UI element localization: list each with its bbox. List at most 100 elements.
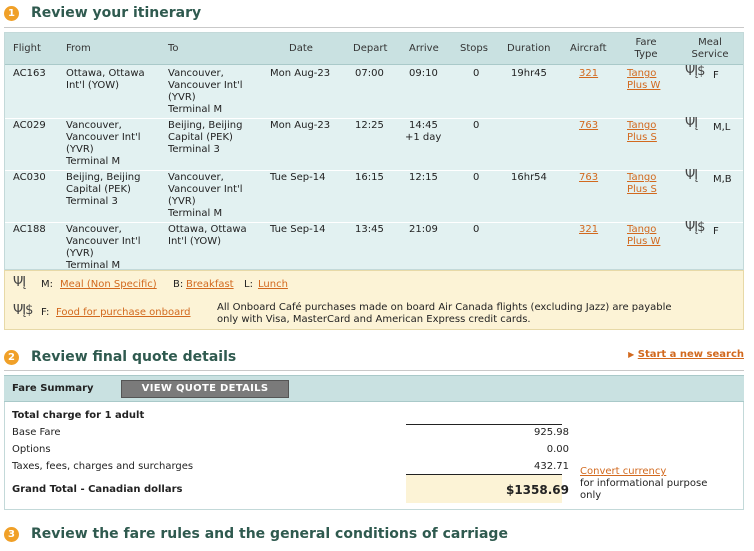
flight-number: AC030 bbox=[13, 172, 46, 183]
section-2-heading: 2 Review final quote details bbox=[4, 346, 236, 368]
col-meal-1: Meal bbox=[698, 37, 722, 48]
to-line: Vancouver, bbox=[168, 68, 224, 79]
from-line: (YVR) bbox=[66, 144, 94, 155]
from-line: Terminal M bbox=[66, 156, 121, 167]
fork-knife-dollar-icon: ΨĮ$ bbox=[685, 64, 705, 79]
flight-number: AC029 bbox=[13, 120, 46, 131]
stops: 0 bbox=[473, 172, 480, 183]
fork-knife-dollar-icon: ΨĮ$ bbox=[685, 220, 705, 235]
col-stops: Stops bbox=[460, 43, 488, 54]
row-divider bbox=[5, 222, 743, 223]
section-3-heading: 3 Review the fare rules and the general … bbox=[4, 523, 508, 545]
meal-code: F bbox=[713, 70, 719, 81]
stops: 0 bbox=[473, 68, 480, 79]
itinerary-table: Flight From To Date Depart Arrive Stops … bbox=[4, 32, 744, 271]
fork-knife-icon: ΨĮ bbox=[685, 168, 698, 183]
aircraft-link[interactable]: 763 bbox=[579, 120, 598, 132]
breakfast-link[interactable]: Breakfast bbox=[186, 279, 234, 291]
aircraft-link[interactable]: 321 bbox=[579, 224, 598, 236]
from-line: Capital (PEK) bbox=[66, 184, 131, 195]
fare-summary-bar: Fare Summary VIEW QUOTE DETAILS bbox=[4, 375, 744, 402]
fare-type-link[interactable]: Plus S bbox=[627, 184, 657, 196]
to-line: Int'l (YOW) bbox=[168, 236, 222, 247]
depart-time: 12:25 bbox=[355, 120, 384, 131]
flight-number: AC163 bbox=[13, 68, 46, 79]
grand-total-value: $1358.69 bbox=[505, 483, 569, 497]
legend-code: B: bbox=[173, 279, 184, 290]
step-2-badge: 2 bbox=[4, 349, 19, 365]
depart-time: 16:15 bbox=[355, 172, 384, 183]
fare-type-link[interactable]: Plus W bbox=[627, 80, 660, 92]
col-flight: Flight bbox=[13, 43, 41, 54]
amount-divider bbox=[406, 424, 562, 425]
duration: 16hr54 bbox=[511, 172, 547, 183]
base-fare-label: Base Fare bbox=[12, 427, 61, 438]
meal-code: M,B bbox=[713, 174, 732, 185]
options-label: Options bbox=[12, 444, 51, 455]
from-line: Vancouver, bbox=[66, 120, 122, 131]
flight-date: Mon Aug-23 bbox=[270, 68, 331, 79]
divider bbox=[4, 370, 744, 371]
meal-code: F bbox=[713, 226, 719, 237]
meal-non-specific-link[interactable]: Meal (Non Specific) bbox=[60, 279, 157, 291]
from-line: Int'l (YOW) bbox=[66, 80, 120, 91]
to-line: Vancouver Int'l bbox=[168, 184, 243, 195]
from-line: Beijing, Beijing bbox=[66, 172, 141, 183]
arrive-time: 14:45 bbox=[409, 120, 438, 131]
start-new-search[interactable]: ▶ Start a new search bbox=[628, 349, 744, 360]
to-line: (YVR) bbox=[168, 196, 196, 207]
section-2-title: Review final quote details bbox=[31, 349, 237, 365]
total-charge-label: Total charge for 1 adult bbox=[12, 410, 145, 421]
base-fare-value: 925.98 bbox=[534, 427, 569, 438]
fare-type-link[interactable]: Tango bbox=[627, 172, 656, 184]
convert-note: only bbox=[580, 490, 602, 501]
section-3-title[interactable]: Review the fare rules and the general co… bbox=[31, 526, 508, 542]
legend-code: M: bbox=[41, 279, 53, 290]
flight-number: AC188 bbox=[13, 224, 46, 235]
view-quote-details-button[interactable]: VIEW QUOTE DETAILS bbox=[121, 380, 289, 398]
lunch-link[interactable]: Lunch bbox=[258, 279, 288, 291]
col-fare-type-1: Fare bbox=[635, 37, 657, 48]
from-line: Vancouver Int'l bbox=[66, 132, 141, 143]
aircraft-link[interactable]: 321 bbox=[579, 68, 598, 80]
depart-time: 07:00 bbox=[355, 68, 384, 79]
convert-currency-link[interactable]: Convert currency bbox=[580, 466, 666, 477]
fork-knife-icon: ΨĮ bbox=[685, 116, 698, 131]
to-line: Beijing, Beijing bbox=[168, 120, 243, 131]
arrive-next-day: +1 day bbox=[405, 132, 442, 143]
flight-date: Tue Sep-14 bbox=[270, 172, 326, 183]
taxes-value: 432.71 bbox=[534, 461, 569, 472]
itinerary-header-row: Flight From To Date Depart Arrive Stops … bbox=[5, 33, 743, 65]
start-new-search-link[interactable]: Start a new search bbox=[638, 349, 744, 360]
divider bbox=[4, 27, 744, 28]
onboard-cafe-note: All Onboard Café purchases made on board… bbox=[217, 302, 672, 313]
flight-date: Mon Aug-23 bbox=[270, 120, 331, 131]
stops: 0 bbox=[473, 120, 480, 131]
col-duration: Duration bbox=[507, 43, 551, 54]
food-for-purchase-link[interactable]: Food for purchase onboard bbox=[56, 307, 191, 319]
col-to: To bbox=[168, 43, 179, 54]
col-meal-2: Service bbox=[691, 49, 729, 60]
fare-type-link[interactable]: Plus S bbox=[627, 132, 657, 144]
col-from: From bbox=[66, 43, 91, 54]
row-divider bbox=[5, 170, 743, 171]
to-line: Capital (PEK) bbox=[168, 132, 233, 143]
fare-type-link[interactable]: Tango bbox=[627, 120, 656, 132]
meal-code: M,L bbox=[713, 122, 731, 133]
fork-knife-dollar-icon: ΨĮ$ bbox=[13, 303, 33, 318]
from-line: Vancouver Int'l bbox=[66, 236, 141, 247]
meal-legend: ΨĮ M: Meal (Non Specific) B: Breakfast L… bbox=[4, 270, 744, 330]
fare-type-link[interactable]: Plus W bbox=[627, 236, 660, 248]
to-line: (YVR) bbox=[168, 92, 196, 103]
fare-type-link[interactable]: Tango bbox=[627, 224, 656, 236]
fork-knife-icon: ΨĮ bbox=[13, 275, 26, 290]
triangle-right-icon: ▶ bbox=[628, 350, 635, 359]
flight-date: Tue Sep-14 bbox=[270, 224, 326, 235]
to-line: Vancouver, bbox=[168, 172, 224, 183]
fare-type-link[interactable]: Tango bbox=[627, 68, 656, 80]
fare-summary-label: Fare Summary bbox=[12, 383, 94, 394]
aircraft-link[interactable]: 763 bbox=[579, 172, 598, 184]
from-line: Ottawa, Ottawa bbox=[66, 68, 145, 79]
col-depart: Depart bbox=[353, 43, 388, 54]
col-aircraft: Aircraft bbox=[570, 43, 607, 54]
